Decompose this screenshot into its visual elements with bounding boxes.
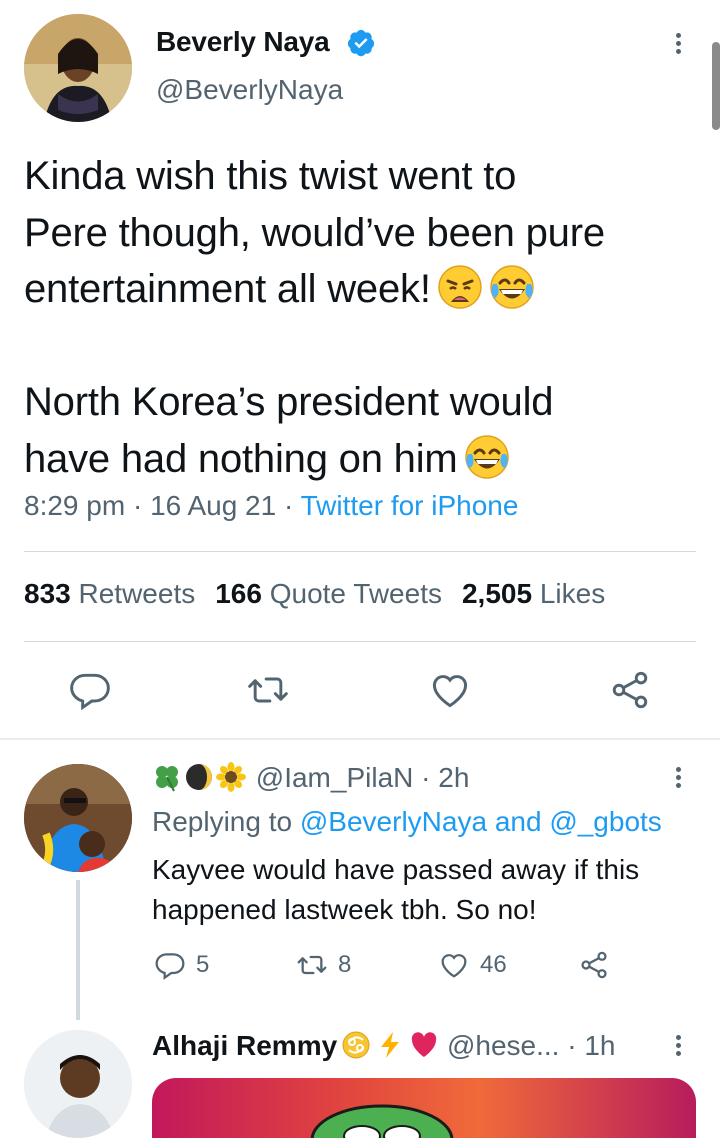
- next-reply-name[interactable]: Alhaji Remmy: [152, 1030, 337, 1061]
- reply-icon: [155, 953, 185, 980]
- weary-face-emoji-icon: [437, 264, 483, 310]
- sunflower-emoji-icon: [216, 762, 246, 792]
- tweet-text-line: have had nothing on him: [24, 436, 458, 481]
- quote-tweets-stat[interactable]: 166 Quote Tweets: [215, 578, 442, 609]
- like-action[interactable]: 46: [438, 948, 507, 982]
- divider: [24, 641, 696, 642]
- reply-header: @Iam_PilaN · 2h: [152, 762, 469, 794]
- reply-time[interactable]: · 2h: [421, 762, 469, 793]
- section-divider: [0, 738, 720, 740]
- more-vertical-icon[interactable]: [668, 1032, 688, 1062]
- divider: [24, 551, 696, 552]
- mention-link[interactable]: @BeverlyNaya: [300, 806, 487, 837]
- next-reply-avatar[interactable]: [24, 1030, 132, 1138]
- share-icon[interactable]: [608, 668, 652, 712]
- tweet-date[interactable]: 16 Aug 21: [150, 490, 276, 521]
- mention-link[interactable]: @_gbots: [549, 806, 662, 837]
- reply-avatar[interactable]: [24, 764, 132, 872]
- reply-count: 5: [196, 951, 210, 978]
- separator: ·: [283, 490, 294, 521]
- author-handle[interactable]: @BeverlyNaya: [156, 74, 343, 106]
- heart-icon: [441, 954, 467, 978]
- cancer-sign-emoji-icon: [341, 1030, 371, 1060]
- more-vertical-icon[interactable]: [668, 30, 688, 60]
- scrollbar[interactable]: [712, 42, 720, 130]
- reply-icon[interactable]: [68, 668, 112, 712]
- more-vertical-icon[interactable]: [668, 764, 688, 794]
- tears-of-joy-emoji-icon: [489, 264, 535, 310]
- tears-of-joy-emoji-icon: [464, 434, 510, 480]
- author-avatar[interactable]: [24, 14, 132, 122]
- next-reply-handle[interactable]: @hese...: [447, 1030, 559, 1061]
- likes-stat[interactable]: 2,505 Likes: [462, 578, 605, 609]
- reply-text: Kayvee would have passed away if this ha…: [152, 854, 640, 925]
- share-action[interactable]: [578, 948, 610, 982]
- like-count: 46: [480, 951, 507, 978]
- tweet-text-line: North Korea’s president would: [24, 380, 554, 424]
- tweet-time[interactable]: 8:29 pm: [24, 490, 125, 521]
- next-reply-media[interactable]: [152, 1078, 696, 1138]
- tweet-stats: 833 Retweets 166 Quote Tweets 2,505 Likes: [24, 578, 605, 610]
- author-name[interactable]: Beverly Naya: [156, 26, 330, 58]
- retweets-stat[interactable]: 833 Retweets: [24, 578, 195, 609]
- retweet-icon: [297, 955, 327, 975]
- four-leaf-clover-emoji-icon: [152, 762, 182, 792]
- lightning-emoji-icon: [375, 1030, 405, 1060]
- tweet-client-link[interactable]: Twitter for iPhone: [301, 490, 519, 521]
- replying-to: Replying to @BeverlyNaya and @_gbots: [152, 806, 662, 837]
- next-reply-time[interactable]: · 1h: [567, 1030, 615, 1061]
- moon-emoji-icon: [184, 762, 214, 792]
- separator: ·: [132, 490, 143, 521]
- share-icon: [581, 951, 607, 979]
- retweet-action[interactable]: 8: [296, 948, 351, 982]
- retweet-icon[interactable]: [246, 668, 290, 712]
- tweet-text-line: Pere though, would’ve been pure: [24, 210, 605, 255]
- retweet-count: 8: [338, 951, 352, 978]
- verified-badge-icon: [346, 28, 376, 58]
- heart-icon[interactable]: [428, 668, 472, 712]
- thread-line: [76, 880, 80, 1020]
- reply-handle[interactable]: @Iam_PilaN: [256, 762, 414, 793]
- red-heart-emoji-icon: [409, 1030, 439, 1060]
- tweet-text-line: entertainment all week!: [24, 267, 431, 311]
- next-reply-header: Alhaji Remmy @hese... · 1h: [152, 1030, 615, 1062]
- reply-action[interactable]: 5: [154, 948, 209, 982]
- tweet-text: Kinda wish this twist went to Pere thoug…: [24, 148, 704, 487]
- tweet-text-line: Kinda wish this twist went to: [24, 154, 517, 198]
- tweet-meta: 8:29 pm · 16 Aug 21 · Twitter for iPhone: [24, 490, 518, 522]
